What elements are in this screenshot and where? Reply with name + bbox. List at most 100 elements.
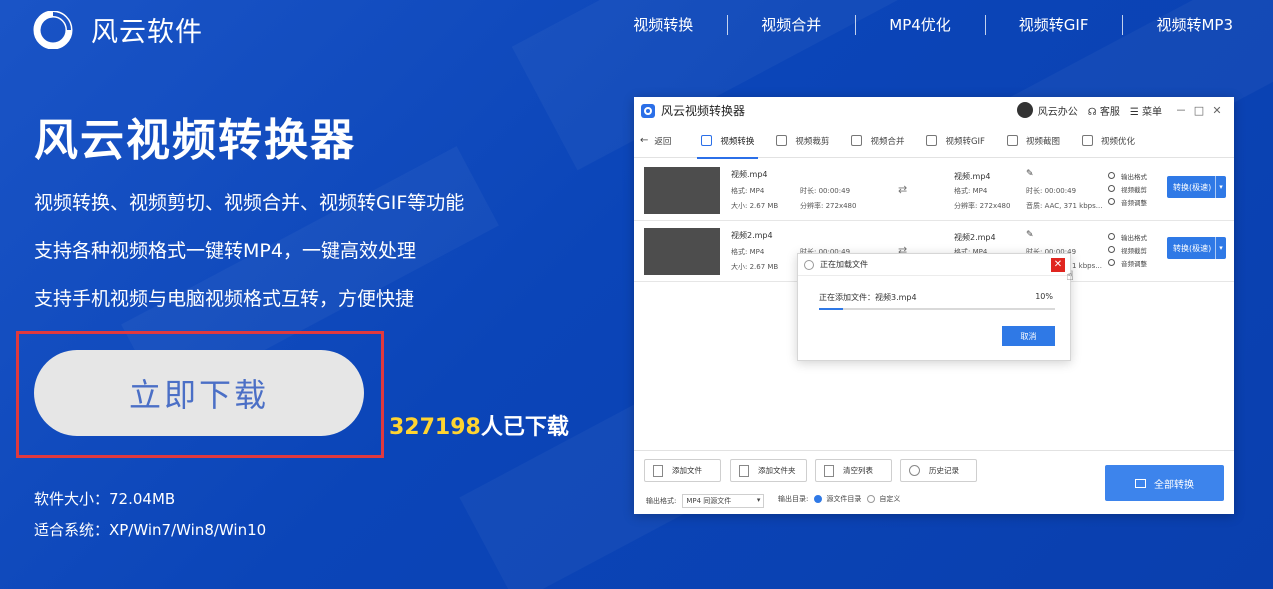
video-gif-icon bbox=[926, 135, 938, 146]
output-dir-row: 输出目录: 源文件目录 自定义 bbox=[778, 494, 900, 504]
tab-video-convert-label: 视频转换 bbox=[720, 136, 755, 147]
add-folder-button[interactable]: 添加文件夹 bbox=[730, 459, 807, 482]
op-output-format[interactable]: 输出格式 bbox=[1108, 169, 1147, 182]
minimize-icon[interactable]: － bbox=[1172, 102, 1190, 118]
nav-video-convert[interactable]: 视频转换 bbox=[599, 14, 727, 35]
file-ops: 输出格式 视频截剪 音频调整 bbox=[1108, 230, 1147, 269]
dialog-close-icon[interactable]: ✕ bbox=[1051, 258, 1065, 272]
chevron-down-icon[interactable]: ▾ bbox=[1215, 176, 1226, 198]
nav-video-to-mp3[interactable]: 视频转MP3 bbox=[1122, 14, 1235, 35]
tab-video-gif[interactable]: 视频转GIF bbox=[914, 124, 994, 158]
custom-dir-radio[interactable] bbox=[867, 495, 876, 503]
video-crop-icon bbox=[776, 135, 788, 146]
add-folder-label: 添加文件夹 bbox=[758, 466, 796, 475]
trash-icon bbox=[824, 464, 834, 477]
app-bottom-bar: 添加文件 添加文件夹 清空列表 历史记录 输出格式: MP4 同源文件 输出目录… bbox=[634, 450, 1234, 514]
file-name: 视频.mp4 bbox=[731, 170, 768, 179]
service-label: 客服 bbox=[1099, 106, 1120, 118]
op-audio-adjust[interactable]: 音频调整 bbox=[1108, 256, 1147, 269]
dialog-message: 正在添加文件：视频3.mp4 bbox=[819, 293, 917, 302]
output-audio: 1 kbps... bbox=[1072, 262, 1102, 270]
play-icon bbox=[1135, 478, 1146, 488]
nav-video-merge[interactable]: 视频合并 bbox=[727, 14, 855, 35]
convert-fast-label: 转换(极速) bbox=[1173, 182, 1212, 192]
file-resolution: 分辨率: 272x480 bbox=[800, 202, 857, 210]
output-format-row: 输出格式: MP4 同源文件 bbox=[646, 494, 765, 508]
settings-icon bbox=[1108, 233, 1115, 240]
tab-video-screenshot[interactable]: 视频截图 bbox=[995, 124, 1070, 158]
back-label: 返回 bbox=[654, 136, 672, 147]
file-format: 格式: MP4 bbox=[731, 187, 765, 195]
download-button[interactable]: 立即下载 bbox=[34, 350, 364, 436]
add-file-button[interactable]: 添加文件 bbox=[644, 459, 721, 482]
maximize-icon[interactable]: □ bbox=[1190, 104, 1208, 117]
output-format-select[interactable]: MP4 同源文件 bbox=[682, 494, 765, 508]
menu-link[interactable]: ☰ 菜单 bbox=[1130, 103, 1162, 118]
user-name[interactable]: 风云办公 bbox=[1038, 103, 1078, 118]
op-audio-adjust-label: 音频调整 bbox=[1121, 259, 1147, 268]
file-icon bbox=[653, 464, 663, 477]
titlebar-right: 风云办公 ☊ 客服 ☰ 菜单 － □ ✕ bbox=[1016, 102, 1226, 118]
clear-list-button[interactable]: 清空列表 bbox=[815, 459, 892, 482]
service-link[interactable]: ☊ 客服 bbox=[1088, 103, 1120, 118]
app-preview-window: 风云视频转换器 风云办公 ☊ 客服 ☰ 菜单 － □ ✕ ← 返回 视频转换 视频… bbox=[634, 97, 1234, 514]
op-video-cut-label: 视频截剪 bbox=[1121, 246, 1147, 255]
history-label: 历史记录 bbox=[929, 466, 959, 475]
video-screenshot-icon bbox=[1006, 135, 1018, 146]
lightbulb-icon bbox=[804, 259, 814, 270]
tab-video-convert[interactable]: 视频转换 bbox=[689, 124, 764, 159]
file-name: 视频2.mp4 bbox=[731, 231, 773, 240]
convert-fast-button[interactable]: 转换(极速) ▾ bbox=[1167, 176, 1226, 198]
convert-fast-button[interactable]: 转换(极速) ▾ bbox=[1167, 237, 1226, 259]
nav-video-to-gif[interactable]: 视频转GIF bbox=[984, 14, 1123, 35]
add-file-label: 添加文件 bbox=[672, 466, 702, 475]
tab-video-gif-label: 视频转GIF bbox=[945, 136, 985, 147]
convert-all-button[interactable]: 全部转换 bbox=[1105, 465, 1224, 501]
close-icon[interactable]: ✕ bbox=[1208, 104, 1226, 117]
chevron-down-icon[interactable]: ▾ bbox=[1215, 237, 1226, 259]
edit-name-icon[interactable]: ✎ bbox=[1026, 230, 1034, 240]
video-optimize-icon bbox=[1081, 135, 1093, 146]
history-button[interactable]: 历史记录 bbox=[900, 459, 977, 482]
tab-video-merge[interactable]: 视频合并 bbox=[839, 124, 914, 158]
dialog-cancel-button[interactable]: 取消 bbox=[1002, 326, 1055, 346]
output-file-name: 视频.mp4 bbox=[954, 172, 991, 181]
convert-arrow-icon: ⇄ bbox=[898, 183, 908, 196]
op-video-cut-label: 视频截剪 bbox=[1121, 185, 1147, 194]
user-avatar[interactable] bbox=[1016, 102, 1033, 118]
file-ops: 输出格式 视频截剪 音频调整 bbox=[1108, 169, 1147, 208]
progress-bar bbox=[819, 308, 1055, 310]
audio-icon bbox=[1108, 259, 1115, 266]
source-dir-radio[interactable] bbox=[814, 495, 823, 503]
tab-video-crop-label: 视频裁剪 bbox=[795, 136, 830, 147]
clock-icon bbox=[909, 465, 920, 476]
op-output-format-label: 输出格式 bbox=[1121, 233, 1147, 242]
tab-video-merge-label: 视频合并 bbox=[870, 136, 905, 147]
edit-name-icon[interactable]: ✎ bbox=[1026, 169, 1034, 179]
output-audio: 音质: AAC, 371 kbps... bbox=[1026, 202, 1103, 210]
nav-mp4-optimize[interactable]: MP4优化 bbox=[855, 14, 985, 35]
app-toolbar: ← 返回 视频转换 视频裁剪 视频合并 视频转GIF 视频截图 视频优化 bbox=[634, 124, 1234, 159]
video-thumbnail bbox=[644, 228, 720, 275]
folder-icon bbox=[739, 464, 749, 477]
loading-dialog: 正在加载文件 ✕ 正在添加文件：视频3.mp4 10% 取消 bbox=[797, 253, 1071, 361]
output-format-label: 输出格式: bbox=[646, 497, 677, 505]
back-button[interactable]: ← 返回 bbox=[634, 124, 689, 158]
brand-logo-icon bbox=[33, 10, 73, 49]
file-duration: 时长: 00:00:49 bbox=[800, 187, 851, 195]
tab-video-optimize[interactable]: 视频优化 bbox=[1070, 124, 1145, 158]
op-output-format[interactable]: 输出格式 bbox=[1108, 230, 1147, 243]
dialog-header: 正在加载文件 bbox=[798, 254, 1070, 276]
mouse-pointer-icon: ☝ bbox=[1066, 269, 1074, 284]
tab-video-crop[interactable]: 视频裁剪 bbox=[764, 124, 839, 158]
video-merge-icon bbox=[851, 135, 863, 146]
top-nav: 视频转换 视频合并 MP4优化 视频转GIF 视频转MP3 bbox=[599, 14, 1235, 35]
op-audio-adjust[interactable]: 音频调整 bbox=[1108, 195, 1147, 208]
brand-name: 风云软件 bbox=[91, 17, 203, 48]
op-video-cut[interactable]: 视频截剪 bbox=[1108, 182, 1147, 195]
video-thumbnail bbox=[644, 167, 720, 214]
op-video-cut[interactable]: 视频截剪 bbox=[1108, 243, 1147, 256]
feature-line-1: 视频转换、视频剪切、视频合并、视频转GIF等功能 bbox=[34, 192, 465, 214]
brand-logo[interactable]: 风云软件 bbox=[33, 10, 203, 49]
download-count: 327198人已下载 bbox=[389, 409, 569, 441]
